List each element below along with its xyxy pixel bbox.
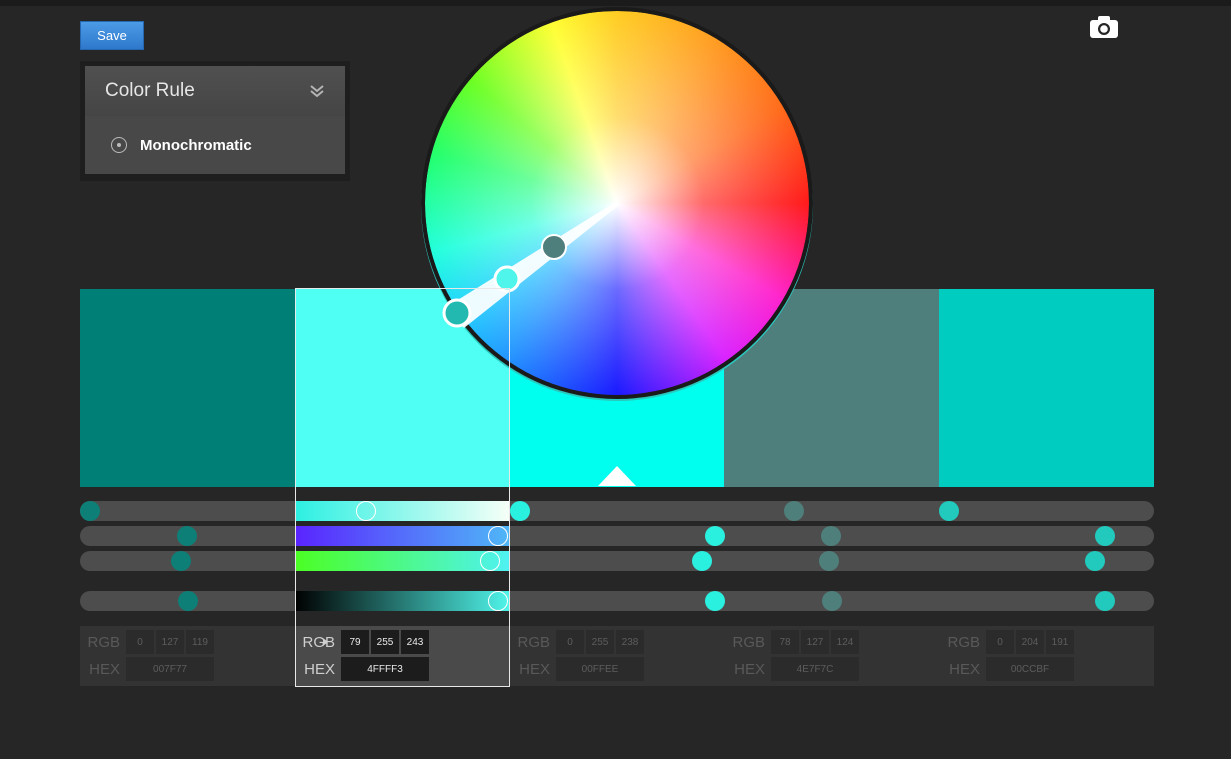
color-values-panel: RGB 0 127 119 HEX 007F77 RGB 79 255 243 …: [80, 626, 1154, 686]
blue-input[interactable]: 238: [616, 630, 644, 654]
hex-label: HEX: [519, 660, 550, 678]
slider-gradient: [295, 526, 510, 546]
color-wheel[interactable]: [420, 6, 814, 402]
wheel-handle[interactable]: [442, 298, 472, 328]
color-value-column: RGB 0 127 119 HEX 007F77: [80, 626, 295, 686]
double-chevron-down-icon[interactable]: [309, 83, 325, 99]
slider-knob[interactable]: [1085, 551, 1105, 571]
hex-label: HEX: [734, 660, 765, 678]
slider-track[interactable]: [80, 551, 1154, 571]
red-input[interactable]: 0: [986, 630, 1014, 654]
green-input[interactable]: 255: [371, 630, 399, 654]
slider-knob[interactable]: [1095, 591, 1115, 611]
wheel-handle[interactable]: [493, 265, 521, 293]
slider-track[interactable]: [80, 526, 1154, 546]
blue-input[interactable]: 243: [401, 630, 429, 654]
color-value-column: RGB 0 204 191 HEX 00CCBF: [940, 626, 1155, 686]
base-color-marker: [598, 466, 636, 486]
color-rule-selected-label: Monochromatic: [140, 136, 252, 154]
slider-knob[interactable]: [819, 551, 839, 571]
hex-label: HEX: [89, 660, 120, 678]
green-input[interactable]: 127: [156, 630, 184, 654]
color-rule-panel: Color Rule Monochromatic: [80, 61, 350, 181]
slider-knob[interactable]: [178, 591, 198, 611]
red-input[interactable]: 79: [341, 630, 369, 654]
color-swatch[interactable]: [80, 289, 295, 487]
slider-knob[interactable]: [784, 501, 804, 521]
slider-knob[interactable]: [705, 591, 725, 611]
red-input[interactable]: 0: [556, 630, 584, 654]
slider-knob[interactable]: [822, 591, 842, 611]
slider-gradient: [295, 551, 510, 571]
slider-gradient: [295, 591, 510, 611]
hex-input[interactable]: 4E7F7C: [771, 657, 859, 681]
color-value-column: RGB 0 255 238 HEX 00FFEE: [510, 626, 725, 686]
color-value-column-selected: RGB 79 255 243 HEX 4FFFF3: [295, 626, 510, 686]
green-input[interactable]: 255: [586, 630, 614, 654]
slider-track[interactable]: [80, 501, 1154, 521]
slider-knob[interactable]: [171, 551, 191, 571]
slider-knob[interactable]: [705, 526, 725, 546]
green-input[interactable]: 204: [1016, 630, 1044, 654]
camera-icon[interactable]: [1090, 16, 1118, 38]
slider-knob[interactable]: [177, 526, 197, 546]
hex-input[interactable]: 00CCBF: [986, 657, 1074, 681]
blue-input[interactable]: 119: [186, 630, 214, 654]
slider-knob[interactable]: [821, 526, 841, 546]
slider-knob[interactable]: [488, 526, 508, 546]
rgb-label: RGB: [732, 633, 765, 651]
blue-input[interactable]: 124: [831, 630, 859, 654]
slider-knob[interactable]: [356, 501, 376, 521]
hex-label: HEX: [949, 660, 980, 678]
color-rule-option[interactable]: Monochromatic: [85, 116, 345, 174]
save-button[interactable]: Save: [80, 21, 144, 50]
red-input[interactable]: 78: [771, 630, 799, 654]
slider-knob[interactable]: [488, 591, 508, 611]
color-value-column: RGB 78 127 124 HEX 4E7F7C: [725, 626, 940, 686]
rgb-label: RGB: [517, 633, 550, 651]
rgb-label: RGB: [302, 633, 335, 651]
color-swatch[interactable]: [939, 289, 1154, 487]
blue-input[interactable]: 191: [1046, 630, 1074, 654]
hex-input[interactable]: 4FFFF3: [341, 657, 429, 681]
wheel-handle[interactable]: [541, 234, 567, 260]
slider-knob[interactable]: [80, 501, 100, 521]
rgb-label: RGB: [947, 633, 980, 651]
slider-knob[interactable]: [1095, 526, 1115, 546]
hex-label: HEX: [304, 660, 335, 678]
radio-selected-icon[interactable]: [111, 137, 127, 153]
slider-knob[interactable]: [480, 551, 500, 571]
hex-input[interactable]: 00FFEE: [556, 657, 644, 681]
color-rule-header[interactable]: Color Rule: [85, 66, 345, 116]
slider-gradient: [295, 501, 510, 521]
red-input[interactable]: 0: [126, 630, 154, 654]
color-rule-title: Color Rule: [105, 80, 195, 101]
hex-input[interactable]: 007F77: [126, 657, 214, 681]
slider-knob[interactable]: [939, 501, 959, 521]
green-input[interactable]: 127: [801, 630, 829, 654]
slider-track[interactable]: [80, 591, 1154, 611]
slider-knob[interactable]: [692, 551, 712, 571]
slider-knob[interactable]: [510, 501, 530, 521]
rgb-label: RGB: [87, 633, 120, 651]
